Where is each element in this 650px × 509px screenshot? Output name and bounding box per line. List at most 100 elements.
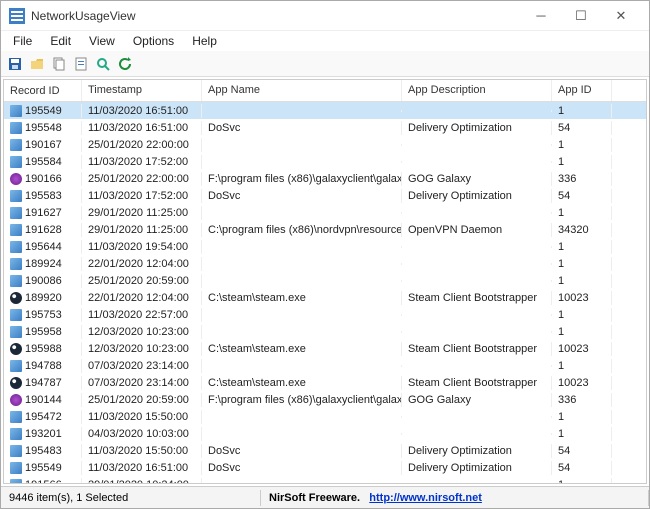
copy-icon[interactable] [49,54,69,74]
row-icon [10,462,22,474]
cell-timestamp: 07/03/2020 23:14:00 [82,359,202,373]
table-row[interactable]: 19558411/03/2020 17:52:001 [4,153,646,170]
cell-app-name [202,416,402,418]
cell-record-id: 190086 [25,275,62,287]
title-bar: NetworkUsageView ─ ☐ ✕ [1,1,649,31]
table-row[interactable]: 19564411/03/2020 19:54:001 [4,238,646,255]
menu-options[interactable]: Options [125,32,182,50]
cell-app-id: 34320 [552,223,612,237]
cell-app-name: DoSvc [202,461,402,475]
table-row[interactable]: 19162729/01/2020 11:25:001 [4,204,646,221]
cell-app-id: 10023 [552,291,612,305]
grid-body[interactable]: 19554911/03/2020 16:51:00119554811/03/20… [4,102,646,483]
cell-app-description: OpenVPN Daemon [402,223,552,237]
row-icon [10,377,22,389]
cell-timestamp: 25/01/2020 20:59:00 [82,393,202,407]
cell-app-description: Delivery Optimization [402,121,552,135]
col-app-name[interactable]: App Name [202,80,402,101]
minimize-button[interactable]: ─ [521,2,561,30]
cell-record-id: 190166 [25,173,62,185]
table-row[interactable]: 19558311/03/2020 17:52:00DoSvcDelivery O… [4,187,646,204]
cell-timestamp: 29/01/2020 11:25:00 [82,206,202,220]
cell-record-id: 195583 [25,190,62,202]
row-icon [10,224,22,236]
cell-app-name [202,331,402,333]
cell-timestamp: 11/03/2020 19:54:00 [82,240,202,254]
table-row[interactable]: 19548311/03/2020 15:50:00DoSvcDelivery O… [4,442,646,459]
table-row[interactable]: 19547211/03/2020 15:50:001 [4,408,646,425]
cell-app-description: GOG Galaxy [402,172,552,186]
row-icon [10,309,22,321]
save-icon[interactable] [5,54,25,74]
row-icon [10,292,22,304]
table-row[interactable]: 19598812/03/2020 10:23:00C:\steam\steam.… [4,340,646,357]
cell-app-description: Steam Client Bootstrapper [402,376,552,390]
table-row[interactable]: 19554811/03/2020 16:51:00DoSvcDelivery O… [4,119,646,136]
table-row[interactable]: 19595812/03/2020 10:23:001 [4,323,646,340]
col-app-description[interactable]: App Description [402,80,552,101]
cell-app-id: 1 [552,138,612,152]
table-row[interactable]: 19554911/03/2020 16:51:00DoSvcDelivery O… [4,459,646,476]
cell-record-id: 189920 [25,292,62,304]
cell-record-id: 195958 [25,326,62,338]
menu-edit[interactable]: Edit [42,32,79,50]
table-row[interactable]: 19008625/01/2020 20:59:001 [4,272,646,289]
table-row[interactable]: 19016625/01/2020 22:00:00F:\program file… [4,170,646,187]
col-record-id[interactable]: Record ID [4,80,82,101]
maximize-button[interactable]: ☐ [561,2,601,30]
table-row[interactable]: 19016725/01/2020 22:00:001 [4,136,646,153]
cell-app-description [402,280,552,282]
table-row[interactable]: 19014425/01/2020 20:59:00F:\program file… [4,391,646,408]
cell-record-id: 191566 [25,479,62,484]
cell-timestamp: 12/03/2020 10:23:00 [82,325,202,339]
cell-timestamp: 04/03/2020 10:03:00 [82,427,202,441]
cell-app-id: 1 [552,104,612,118]
cell-timestamp: 25/01/2020 22:00:00 [82,138,202,152]
refresh-icon[interactable] [115,54,135,74]
row-icon [10,445,22,457]
cell-app-description [402,161,552,163]
cell-timestamp: 22/01/2020 12:04:00 [82,291,202,305]
table-row[interactable]: 19156629/01/2020 10:24:001 [4,476,646,483]
cell-app-description [402,110,552,112]
cell-app-id: 1 [552,240,612,254]
table-row[interactable]: 19478807/03/2020 23:14:001 [4,357,646,374]
table-row[interactable]: 19320104/03/2020 10:03:001 [4,425,646,442]
col-app-id[interactable]: App ID [552,80,612,101]
row-icon [10,479,22,484]
cell-app-description [402,433,552,435]
brand-link[interactable]: http://www.nirsoft.net [369,492,482,504]
cell-app-description: Delivery Optimization [402,461,552,475]
properties-icon[interactable] [71,54,91,74]
table-row[interactable]: 18992422/01/2020 12:04:001 [4,255,646,272]
cell-app-description: Delivery Optimization [402,444,552,458]
table-row[interactable]: 19554911/03/2020 16:51:001 [4,102,646,119]
table-row[interactable]: 19162829/01/2020 11:25:00C:\program file… [4,221,646,238]
row-icon [10,241,22,253]
cell-app-name [202,212,402,214]
col-timestamp[interactable]: Timestamp [82,80,202,101]
find-icon[interactable] [93,54,113,74]
window-title: NetworkUsageView [31,9,521,23]
table-row[interactable]: 19575311/03/2020 22:57:001 [4,306,646,323]
table-row[interactable]: 19478707/03/2020 23:14:00C:\steam\steam.… [4,374,646,391]
menu-file[interactable]: File [5,32,40,50]
cell-app-id: 1 [552,427,612,441]
cell-app-description: Steam Client Bootstrapper [402,342,552,356]
row-icon [10,156,22,168]
open-icon[interactable] [27,54,47,74]
menu-help[interactable]: Help [184,32,225,50]
app-icon [9,8,25,24]
close-button[interactable]: ✕ [601,2,641,30]
table-row[interactable]: 18992022/01/2020 12:04:00C:\steam\steam.… [4,289,646,306]
menu-view[interactable]: View [81,32,123,50]
cell-app-id: 1 [552,155,612,169]
cell-app-description: GOG Galaxy [402,393,552,407]
menu-bar: File Edit View Options Help [1,31,649,51]
row-icon [10,105,22,117]
cell-record-id: 194788 [25,360,62,372]
cell-app-id: 1 [552,410,612,424]
cell-record-id: 195472 [25,411,62,423]
cell-app-name: DoSvc [202,189,402,203]
cell-app-id: 1 [552,257,612,271]
